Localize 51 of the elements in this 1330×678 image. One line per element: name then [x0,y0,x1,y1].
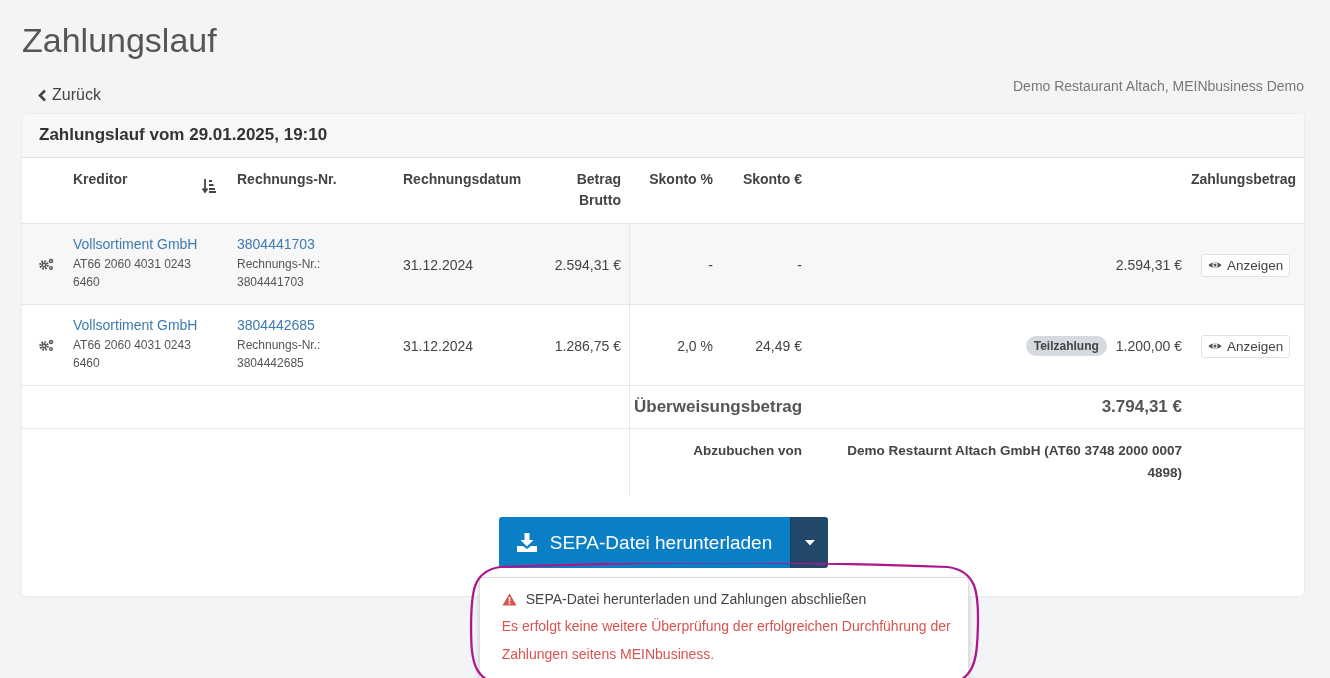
download-button[interactable]: SEPA-Datei herunterladen [498,517,791,568]
payment-amount: 2.594,31 € [1115,257,1182,273]
card-title: Zahlungslauf vom 29.01.2025, 19:10 [22,114,1304,158]
discount-percent: - [708,257,713,273]
discount-amount: - [797,257,802,273]
invoice-number-link[interactable]: 3804441703 [237,234,315,255]
column-header: Skonto % [649,170,713,189]
column-header: Rechnungsdatum [403,170,522,189]
gross-amount: 2.594,31 € [554,257,621,273]
download-icon [516,533,537,552]
invoice-date: 31.12.2024 [403,338,474,354]
discount-percent: 2,0 % [677,338,713,354]
gears-icon [38,338,55,352]
invoice-date: 31.12.2024 [403,257,474,273]
column-header: Zahlungsbetrag [1191,170,1296,189]
summary-label: Überweisungsbetrag [634,397,803,416]
show-button[interactable]: Anzeigen [1201,334,1291,358]
creditor-link[interactable]: Vollsortiment GmbH [73,234,198,255]
caret-down-icon [804,539,815,546]
chevron-left-icon [37,88,47,102]
column-header: Rechnungs-Nr. [237,170,337,189]
eye-icon [1208,260,1222,270]
iban-text: AT66 2060 4031 0243 6460 [73,337,192,372]
summary-label: Abzubuchen von [693,443,802,458]
summary-value: Demo Restaurnt Altach GmbH (AT60 3748 2000 0007 4898) [847,443,1182,480]
column-header: Betrag Brutto [575,170,621,210]
invoice-number-text: 3804441703 [237,275,304,289]
page-title: Zahlungslauf [22,20,218,60]
gross-amount: 1.286,75 € [554,338,621,354]
invoice-number-link[interactable]: 3804442685 [237,315,315,336]
show-button[interactable]: Anzeigen [1201,253,1291,277]
invoice-number-label: Rechnungs-Nr.: [237,338,321,352]
dropdown-toggle[interactable] [790,517,829,568]
warning-text: Es erfolgt keine weitere Überprüfung der erfolgreichen Durchführung der Zahlungen seitens MEINbusiness. [501,617,952,664]
back-link[interactable]: Zurück [37,86,101,104]
invoice-number-label: Rechnungs-Nr.: [237,257,321,271]
status-badge: Teilzahlung [1025,336,1107,356]
creditor-link[interactable]: Vollsortiment GmbH [73,315,198,336]
sort-icon[interactable] [202,178,216,194]
payment-amount: 1.200,00 € [1115,338,1182,354]
warning-icon [501,592,517,606]
summary-value: 3.794,31 € [1101,397,1182,416]
column-header: Kreditor [73,170,128,189]
menu-item[interactable]: SEPA-Datei herunterladen und Zahlungen abschließen [501,589,968,609]
iban-text: AT66 2060 4031 0243 6460 [73,256,192,291]
discount-amount: 24,49 € [755,338,802,354]
invoice-number-text: 3804442685 [237,356,304,370]
eye-icon [1208,341,1222,351]
company-name: Demo Restaurant Altach, MEINbusiness Demo [1013,78,1304,96]
column-header: Skonto € [742,170,802,189]
gears-icon [38,257,55,271]
